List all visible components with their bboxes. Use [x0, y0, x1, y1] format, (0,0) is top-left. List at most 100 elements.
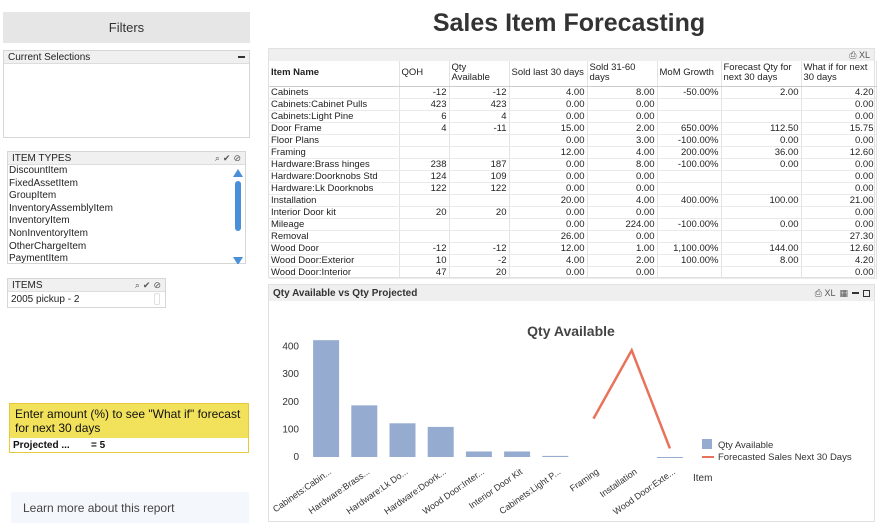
table-cell: Wood Door:Exterior: [269, 254, 400, 267]
item-types-title: ITEM TYPES: [12, 152, 72, 164]
table-row[interactable]: Hardware:Doorknobs Std 124 109 0.00 0.00 0.00: [269, 170, 877, 183]
print-excel-icon[interactable]: ⎙ XL: [849, 50, 870, 61]
column-header[interactable]: MoM Growth: [657, 61, 722, 87]
table-cell: [399, 230, 450, 243]
table-row[interactable]: Installation 20.00 4.00 400.00% 100.00 21.00: [269, 194, 877, 207]
items-title: ITEMS: [12, 279, 43, 291]
items-value[interactable]: 2005 pickup - 2: [11, 292, 79, 307]
column-header[interactable]: QOH: [399, 61, 450, 87]
scroll-thumb[interactable]: [235, 181, 241, 231]
table-row[interactable]: Wood Door:Interior 47 20 0.00 0.00 0.00: [269, 266, 877, 279]
table-cell: 0.00: [721, 158, 802, 171]
list-item[interactable]: FixedAssetItem: [8, 178, 245, 191]
table-cell: 0.00: [587, 230, 658, 243]
table-row[interactable]: Hardware:Lk Doorknobs 122 122 0.00 0.00 0.00: [269, 182, 877, 195]
item-types-title-bar: ITEM TYPES ⌕ ✔ ⊘: [8, 152, 245, 165]
bar: [465, 451, 492, 457]
table-cell: 238: [399, 158, 450, 171]
table-cell: -12: [399, 86, 450, 99]
list-item[interactable]: GroupItem: [8, 190, 245, 203]
table-cell: 0.00: [587, 206, 658, 219]
table-cell: 4.00: [509, 254, 588, 267]
table-cell: 423: [449, 98, 510, 111]
bar: [504, 451, 531, 457]
table-cell: 0.00: [509, 206, 588, 219]
table-row[interactable]: Hardware:Brass hinges 238 187 0.00 8.00 -100.…: [269, 158, 877, 171]
table-cell: 0.00: [587, 110, 658, 123]
minimize-icon[interactable]: [238, 56, 245, 58]
table-cell: Wood Door: [269, 242, 400, 255]
print-excel-icon[interactable]: ⎙ XL: [815, 288, 836, 299]
column-header[interactable]: Qty Available: [449, 61, 510, 87]
table-row[interactable]: Cabinets:Light Pine 6 4 0.00 0.00 0.00: [269, 110, 877, 123]
table-cell: [721, 230, 802, 243]
table-cell: 4: [449, 110, 510, 123]
search-icon[interactable]: ⌕: [135, 280, 140, 291]
table-row[interactable]: Cabinets:Cabinet Pulls 423 423 0.00 0.00 0.00: [269, 98, 877, 111]
table-cell: 0.00: [587, 170, 658, 183]
chart-type-icon[interactable]: ▦: [839, 288, 848, 299]
scroll-down-icon[interactable]: [233, 257, 243, 264]
table-row[interactable]: Wood Door:Exterior 10 -2 4.00 2.00 100.00% 8.0…: [269, 254, 877, 267]
table-cell: -100.00%: [657, 158, 722, 171]
whatif-row[interactable]: Projected ... = 5: [10, 438, 248, 452]
clear-selection-icon[interactable]: ⊘: [233, 153, 241, 164]
y-tick-label: 200: [282, 397, 299, 408]
table-row[interactable]: Framing 12.00 4.00 200.00% 36.00 12.60: [269, 146, 877, 159]
table-cell: 124: [399, 170, 450, 183]
column-header[interactable]: Sold last 30 days: [509, 61, 588, 87]
maximize-icon[interactable]: [863, 289, 870, 297]
column-header[interactable]: Item Name: [269, 61, 400, 87]
table-cell: 20: [399, 206, 450, 219]
table-cell: 4.00: [509, 86, 588, 99]
table-cell: 0.00: [801, 218, 877, 231]
clear-selection-icon[interactable]: ⊘: [153, 280, 161, 291]
y-tick-label: 300: [282, 369, 299, 380]
y-tick-label: 0: [293, 452, 299, 463]
list-item[interactable]: InventoryAssemblyItem: [8, 203, 245, 216]
table-body: Cabinets -12 -12 4.00 8.00 -50.00% 2.00 4.20 Cab…: [269, 86, 877, 279]
column-header[interactable]: Forecast Qty for next 30 days: [721, 61, 802, 87]
projected-value[interactable]: = 5: [91, 440, 105, 451]
column-header[interactable]: Sold 31-60 days: [587, 61, 658, 87]
select-all-icon[interactable]: ✔: [223, 153, 231, 164]
table-cell: Mileage: [269, 218, 400, 231]
table-cell: 36.00: [721, 146, 802, 159]
table-row[interactable]: Mileage 0.00 224.00 -100.00% 0.00 0.00: [269, 218, 877, 231]
table-cell: 423: [399, 98, 450, 111]
table-cell: 0.00: [801, 98, 877, 111]
table-row[interactable]: Interior Door kit 20 20 0.00 0.00 0.00: [269, 206, 877, 219]
table-cell: -50.00%: [657, 86, 722, 99]
scroll-up-icon[interactable]: [233, 169, 243, 177]
table-cell: 0.00: [721, 134, 802, 147]
table-cell: 0.00: [587, 182, 658, 195]
table-cell: [449, 230, 510, 243]
list-item[interactable]: PaymentItem: [8, 253, 245, 264]
list-item[interactable]: OtherChargeItem: [8, 241, 245, 254]
table-row[interactable]: Removal 26.00 0.00 27.30: [269, 230, 877, 243]
chart-svg: Qty Available0100200300400Cabinets:Cabin…: [271, 323, 852, 517]
table-cell: Cabinets:Light Pine: [269, 110, 400, 123]
table-row[interactable]: Wood Door -12 -12 12.00 1.00 1,100.00% 144.00 1…: [269, 242, 877, 255]
column-header[interactable]: What if for next 30 days: [801, 61, 877, 87]
page-title: Sales Item Forecasting: [432, 9, 706, 37]
list-item[interactable]: DiscountItem: [8, 165, 245, 178]
learn-more-link[interactable]: Learn more about this report: [11, 492, 249, 523]
list-item[interactable]: NonInventoryItem: [8, 228, 245, 241]
table-cell: Removal: [269, 230, 400, 243]
table-cell: 187: [449, 158, 510, 171]
table-row[interactable]: Floor Plans 0.00 3.00 -100.00% 0.00 0.00: [269, 134, 877, 147]
list-item[interactable]: InventoryItem: [8, 215, 245, 228]
table-cell: 15.00: [509, 122, 588, 135]
items-scrollbar[interactable]: [154, 293, 160, 305]
item-types-scrollbar[interactable]: [233, 167, 243, 264]
search-icon[interactable]: ⌕: [215, 153, 220, 164]
table-row[interactable]: Door Frame 4 -11 15.00 2.00 650.00% 112.50 15.7…: [269, 122, 877, 135]
minimize-icon[interactable]: [852, 292, 859, 294]
table-cell: [657, 206, 722, 219]
table-cell: Cabinets: [269, 86, 400, 99]
select-all-icon[interactable]: ✔: [143, 280, 151, 291]
table-cell: 0.00: [801, 170, 877, 183]
table-cell: 2.00: [721, 86, 802, 99]
table-row[interactable]: Cabinets -12 -12 4.00 8.00 -50.00% 2.00 4.20: [269, 86, 877, 99]
